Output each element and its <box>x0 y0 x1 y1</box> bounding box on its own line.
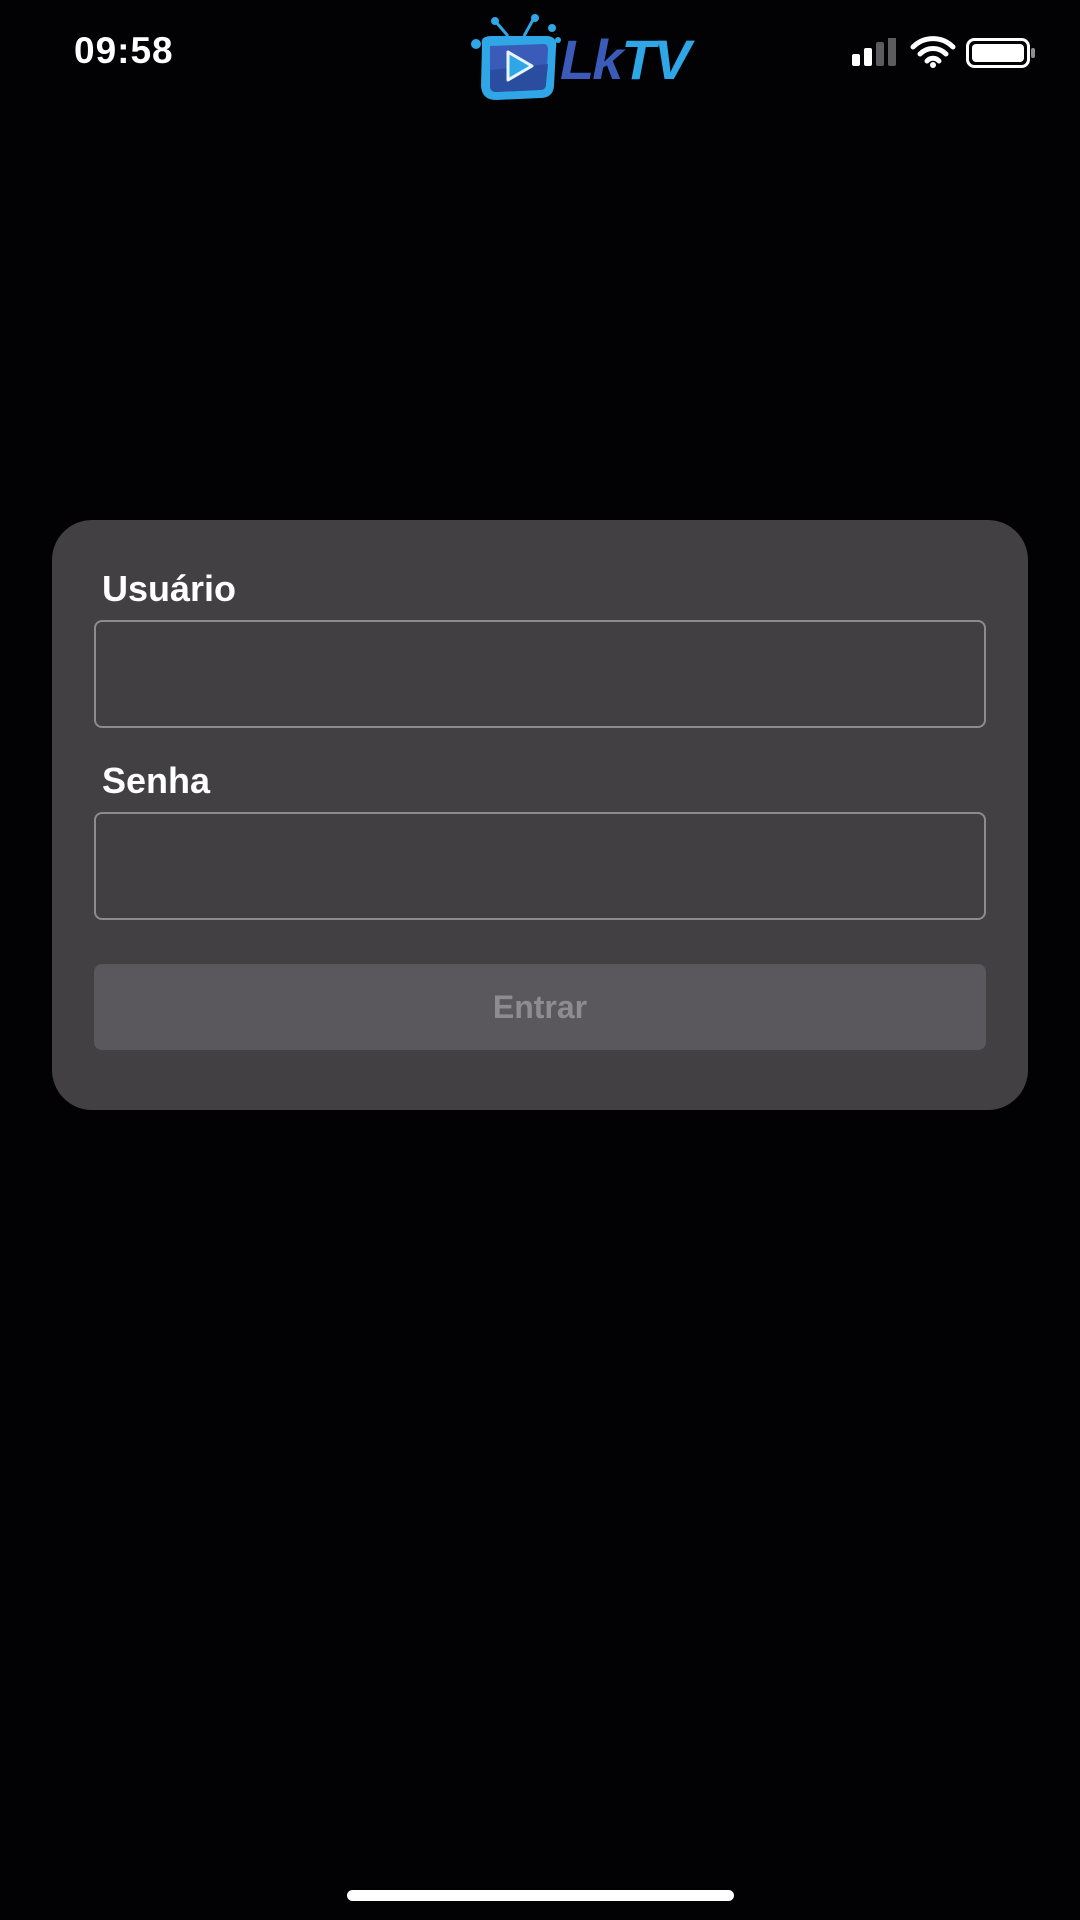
login-screen: 09:58 LkTV Usuário Senha Entrar <box>0 0 1080 1920</box>
battery-icon <box>966 38 1035 68</box>
logo-wordmark: LkTV <box>560 32 691 88</box>
cellular-signal-icon <box>852 38 896 66</box>
login-button[interactable]: Entrar <box>94 964 986 1050</box>
app-logo: LkTV <box>468 14 691 104</box>
password-input[interactable] <box>94 812 986 920</box>
logo-text-tv: TV <box>621 28 691 91</box>
status-time: 09:58 <box>74 30 174 71</box>
tv-play-logo-icon <box>471 14 561 100</box>
home-indicator[interactable] <box>347 1890 734 1901</box>
username-label: Usuário <box>102 568 237 609</box>
login-card: Usuário Senha Entrar <box>52 520 1028 1110</box>
password-label: Senha <box>102 760 211 801</box>
wifi-icon <box>910 36 956 68</box>
logo-text-lk: Lk <box>560 28 623 91</box>
username-input[interactable] <box>94 620 986 728</box>
